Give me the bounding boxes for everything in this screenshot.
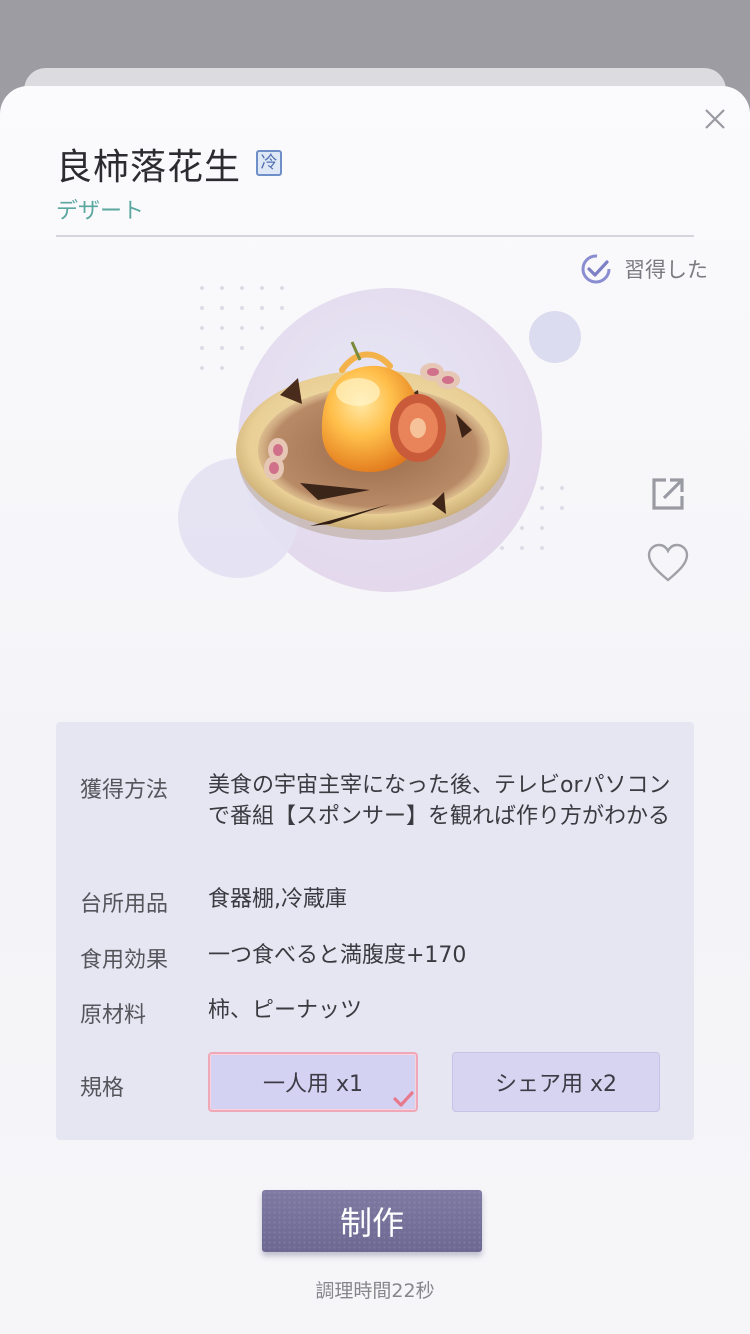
spec-option-label: シェア用 x2 [494,1072,617,1097]
storage-tag-badge: 冷 [256,150,282,176]
make-button[interactable]: 制作 [262,1190,482,1252]
learned-status: 習得した [580,252,708,286]
ingredients-label: 原材料 [80,1003,147,1028]
close-icon [705,109,725,129]
title-divider [56,235,694,237]
ingredients-value: 柿、ピーナッツ [208,998,363,1023]
cooking-time: 調理時間22秒 [315,1280,435,1302]
effect-value: 一つ食べると満腹度+170 [208,943,467,968]
backdrop-circle-small [529,311,581,363]
spec-label: 規格 [80,1076,125,1101]
close-button[interactable] [700,104,730,134]
acquire-label: 獲得方法 [80,778,169,803]
learned-label: 習得した [624,258,708,282]
spec-option-label: 一人用 x1 [262,1072,363,1097]
selected-check-icon [393,1091,414,1107]
heart-icon [647,543,689,582]
effect-label: 食用効果 [80,948,169,973]
share-button[interactable] [646,472,690,516]
acquire-value: 美食の宇宙主宰になった後、テレビorパソコンで番組【スポンサー】を観れば作り方が… [208,773,671,829]
recipe-category: デザート [56,199,145,224]
dish-illustration [178,286,581,592]
kitchenware-value: 食器棚,冷蔵庫 [208,887,347,912]
kitchenware-label: 台所用品 [80,892,169,917]
spec-option-share[interactable]: シェア用 x2 [452,1052,660,1112]
spec-option-single[interactable]: 一人用 x1 [208,1052,418,1112]
recipe-title: 良柿落花生 [56,147,242,188]
favorite-button[interactable] [646,542,690,584]
share-icon [652,478,684,510]
